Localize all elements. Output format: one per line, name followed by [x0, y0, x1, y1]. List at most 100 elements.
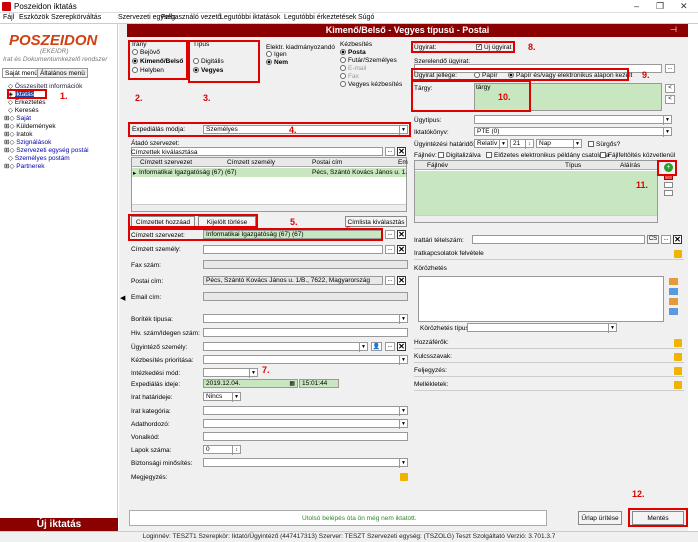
clear-form-button[interactable]: Űrlap ürítése: [578, 511, 622, 525]
exp-time-input[interactable]: 15:01:44: [299, 379, 339, 388]
irat-kategoria-select[interactable]: ▼: [203, 406, 408, 416]
ugyintezo-browse-button[interactable]: ...: [385, 342, 395, 351]
file-table-hscrollbar[interactable]: [415, 215, 657, 222]
exp-date-input[interactable]: 2019.12.04. ▦: [203, 379, 298, 388]
intezkedesi-mod-select[interactable]: ▼: [203, 368, 258, 378]
add-note-icon[interactable]: [400, 473, 408, 481]
kulcsszavak-section[interactable]: Kulcsszavak:: [414, 351, 684, 363]
biztonsagi-select[interactable]: ▼: [203, 458, 408, 468]
feljegyzes-section[interactable]: Feljegyzés:: [414, 365, 684, 377]
restore-icon[interactable]: ❐: [656, 1, 664, 12]
ugytipus-select[interactable]: ▼: [474, 115, 672, 125]
tree-item-iratok[interactable]: ⊞◇ Iratok: [4, 130, 33, 138]
panel-splitter[interactable]: ◀: [119, 24, 127, 542]
szerelendo-browse-button[interactable]: ...: [665, 64, 675, 73]
menu-tools[interactable]: Eszközök: [19, 14, 49, 21]
elozetes-checkbox[interactable]: Előzetes elektronikus példány csatolása: [486, 152, 609, 159]
radio-futar[interactable]: Futár/Személyes: [340, 57, 397, 64]
korozites-copy-icon[interactable]: [669, 298, 678, 305]
cimzett-szerv-clear-button[interactable]: ✕: [397, 230, 406, 239]
iktatokonyv-select[interactable]: PTE (0) ▼: [474, 127, 672, 137]
menu-role-switch[interactable]: Szerepkörváltás: [51, 14, 101, 21]
menu-help[interactable]: Súgó: [358, 14, 374, 21]
cs-button[interactable]: CS: [647, 235, 659, 244]
hatarido-select[interactable]: Nincs ▼: [203, 392, 241, 402]
col-cimzett-szemely[interactable]: Címzett személy: [227, 159, 275, 166]
kattari-clear-button[interactable]: ✕: [673, 235, 682, 244]
postai-browse-button[interactable]: ...: [385, 276, 395, 285]
korozites-add-icon[interactable]: [669, 278, 678, 285]
col-tipus[interactable]: Típus: [565, 162, 581, 169]
radio-email[interactable]: E-mail: [340, 65, 366, 72]
scan-file-icon[interactable]: [664, 190, 673, 196]
close-icon[interactable]: ✕: [680, 1, 688, 12]
minimize-icon[interactable]: –: [634, 1, 639, 11]
menu-user-leader[interactable]: Felhasználó vezető: [161, 14, 221, 21]
tree-item-org-posts[interactable]: ⊞◇ Szervezeti egység postái: [4, 146, 89, 154]
postai-clear-button[interactable]: ✕: [397, 276, 406, 285]
table-row[interactable]: ▸ Informatikai Igazgatóság (67) (67) Péc…: [132, 168, 407, 177]
tree-item-kuldemenyek[interactable]: ⊞◇ Küldemények: [4, 122, 56, 130]
korozites-list[interactable]: [418, 276, 664, 322]
targy-scroll-up[interactable]: <: [665, 84, 675, 93]
korozites-tipus-select[interactable]: ▼: [467, 323, 617, 333]
pin-icon[interactable]: ⊣: [670, 25, 677, 34]
iratkapcsolatok-section[interactable]: Iratkapcsolatok felvétele: [414, 248, 684, 260]
cimzett-szerv-browse-button[interactable]: ...: [385, 230, 395, 239]
view-file-icon[interactable]: [664, 182, 673, 188]
radio-elektr-igen[interactable]: Igen: [266, 51, 287, 58]
menu-recent-filings[interactable]: Legutóbbi iktatások: [220, 14, 280, 21]
ugyintezo-select[interactable]: ▼: [203, 342, 368, 352]
boritek-select[interactable]: ▼: [203, 314, 408, 324]
digitalizalva-checkbox[interactable]: Digitalizálva: [438, 152, 481, 159]
tree-item-partners[interactable]: ⊞◇ Partnerek: [4, 162, 44, 170]
collapse-arrow-icon[interactable]: ◀: [120, 294, 125, 302]
col-cimzett-szervezet[interactable]: Címzett szervezet: [140, 159, 192, 166]
kattari-browse-button[interactable]: ...: [661, 235, 671, 244]
tree-item-szignalasok[interactable]: ⊞◇ Szignálások: [4, 138, 51, 146]
fajlfeltoltes-checkbox[interactable]: Fájlfeltöltés közvetlenül: [600, 152, 675, 159]
address-list-button[interactable]: Címlista kiválasztás: [345, 216, 407, 227]
atado-clear-button[interactable]: ✕: [397, 147, 406, 156]
korozites-edit-icon[interactable]: [669, 288, 678, 295]
menu-recent-arrivals[interactable]: Legutóbbi érkeztetések: [284, 14, 356, 21]
radio-fax[interactable]: Fax: [340, 73, 359, 80]
add-relation-icon[interactable]: [674, 250, 682, 258]
menu-file[interactable]: Fájl: [3, 14, 14, 21]
email-input[interactable]: [203, 292, 408, 301]
tab-own-menu[interactable]: Saját menü: [2, 68, 41, 78]
ugyintezo-clear-button[interactable]: ✕: [397, 342, 406, 351]
targy-scroll-down[interactable]: <: [665, 95, 675, 104]
cimzett-szem-input[interactable]: [203, 245, 383, 254]
hozzaferok-section[interactable]: Hozzáférők:: [414, 337, 684, 349]
lapok-stepper[interactable]: 0 ↕: [203, 445, 241, 455]
col-fajlnev[interactable]: Fájlnév: [427, 162, 448, 169]
radio-posta[interactable]: Posta: [340, 49, 366, 56]
tab-general-menu[interactable]: Általános menü: [37, 68, 88, 78]
kezb-prioritas-select[interactable]: ▼: [203, 355, 408, 365]
hiv-szam-input[interactable]: [203, 328, 408, 337]
mellekletek-section[interactable]: Mellékletek:: [414, 379, 684, 391]
kattari-input[interactable]: [472, 235, 645, 244]
col-postai-cim[interactable]: Postai cím: [312, 159, 342, 166]
add-attachment-icon[interactable]: [674, 381, 682, 389]
korozites-remove-icon[interactable]: [669, 308, 678, 315]
hatarido-mode-select[interactable]: Relatív ▼: [474, 139, 508, 149]
surgos-checkbox[interactable]: Sürgős?: [588, 141, 620, 148]
cimzett-szem-clear-button[interactable]: ✕: [397, 245, 406, 254]
add-comment-icon[interactable]: [674, 367, 682, 375]
calendar-icon[interactable]: ▦: [289, 380, 295, 387]
tree-item-personal-posts[interactable]: ◇ Személyes postám: [8, 154, 70, 162]
file-table-body[interactable]: [415, 171, 657, 215]
atado-browse-button[interactable]: ...: [385, 147, 395, 156]
person-icon[interactable]: 👤: [371, 342, 382, 351]
tree-item-sajat[interactable]: ⊞◇ Saját: [4, 114, 31, 122]
table-hscrollbar[interactable]: [132, 204, 406, 211]
fax-input[interactable]: [203, 260, 408, 269]
col-email[interactable]: Em: [398, 159, 408, 166]
adathordozo-select[interactable]: ▼: [203, 419, 408, 429]
radio-elektr-nem[interactable]: Nem: [266, 59, 288, 66]
add-access-icon[interactable]: [674, 339, 682, 347]
vonalkod-input[interactable]: [203, 432, 408, 441]
tree-item-kereses[interactable]: ◇ Keresés: [8, 106, 39, 114]
